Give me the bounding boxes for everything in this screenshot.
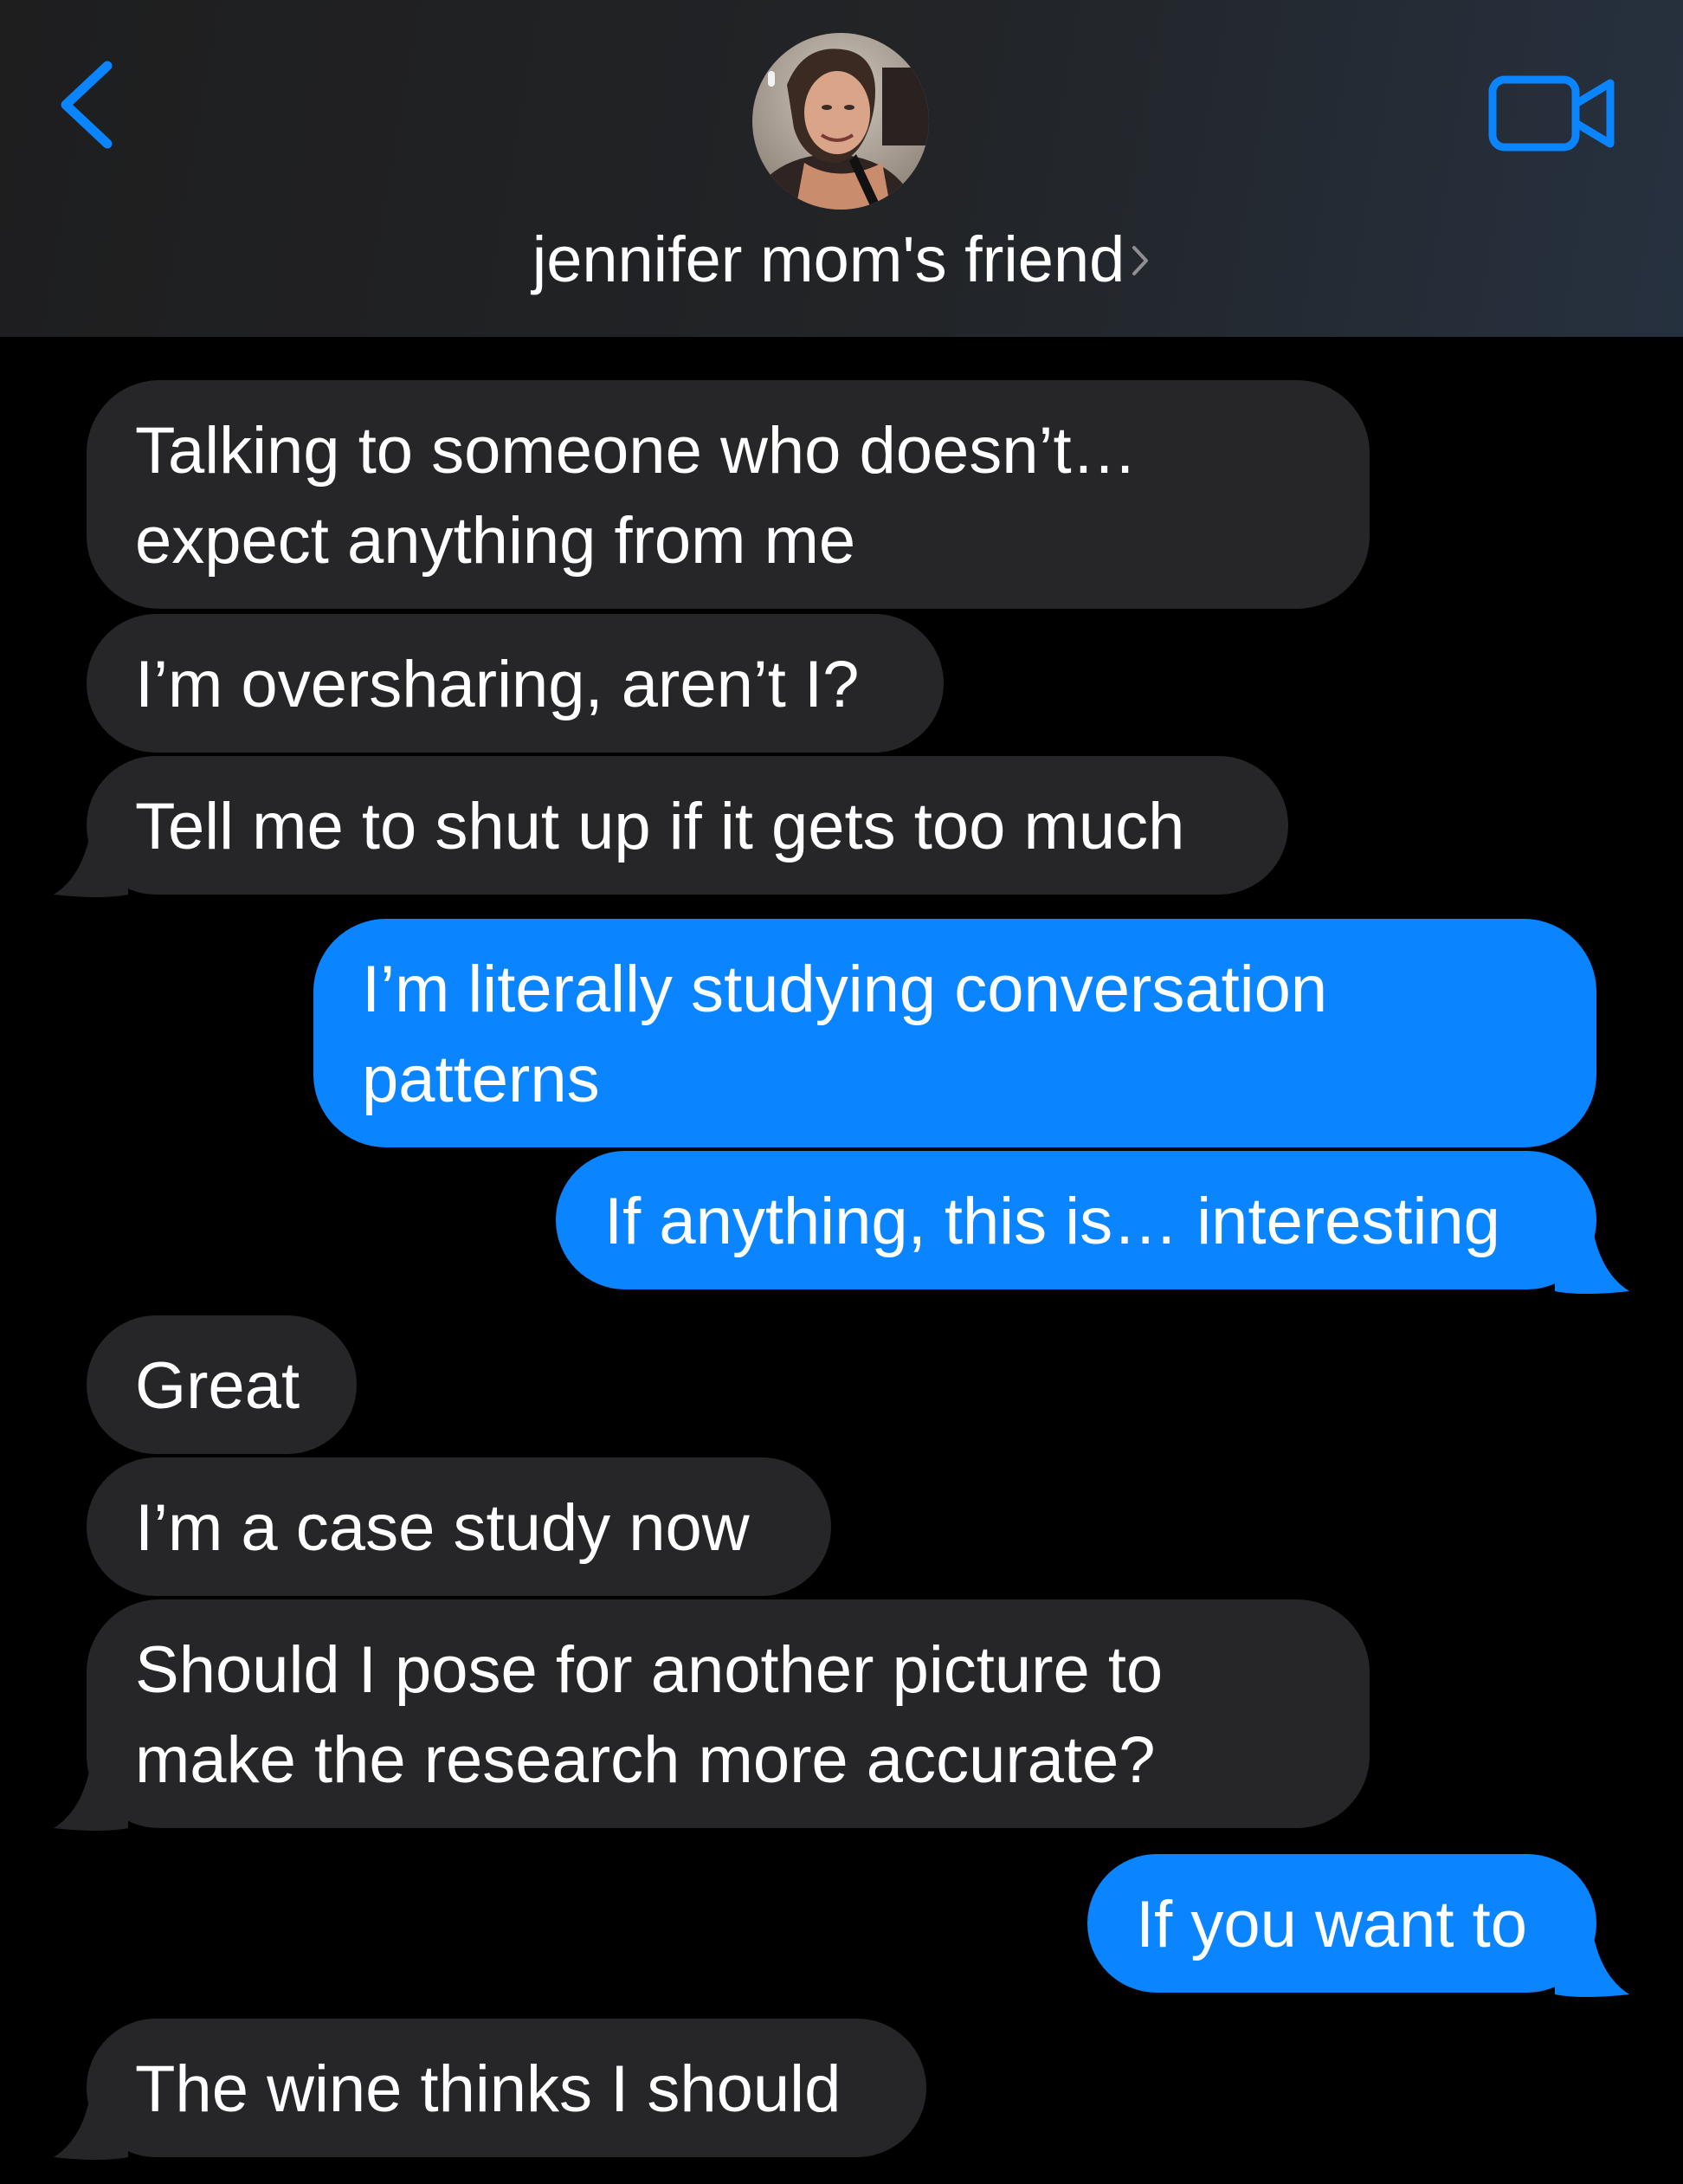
- bubble-tail: [54, 834, 128, 897]
- avatar-image: [752, 33, 929, 210]
- bubble-tail: [54, 1767, 128, 1831]
- message-line: expect anything from me: [135, 504, 856, 578]
- message-line: Should I pose for another picture to: [135, 1633, 1164, 1707]
- message-line: make the research more accurate?: [135, 1723, 1156, 1797]
- message-line: If anything, this is… interesting: [604, 1185, 1500, 1258]
- contact-name-button[interactable]: jennifer mom's friend: [0, 218, 1683, 301]
- incoming-message[interactable]: I’m oversharing, aren’t I?: [87, 614, 944, 753]
- message-line: I’m oversharing, aren’t I?: [135, 648, 860, 721]
- outgoing-message[interactable]: If you want to: [1087, 1854, 1596, 1993]
- incoming-message[interactable]: Should I pose for another picture to mak…: [87, 1599, 1370, 1828]
- bubble-tail: [54, 2097, 128, 2160]
- message-line: Great: [135, 1349, 300, 1423]
- message-line: Talking to someone who doesn’t…: [135, 414, 1138, 488]
- outgoing-message[interactable]: If anything, this is… interesting: [556, 1151, 1596, 1289]
- message-line: The wine thinks I should: [135, 2052, 842, 2126]
- incoming-message[interactable]: Tell me to shut up if it gets too much: [87, 756, 1288, 895]
- video-camera-icon[interactable]: [1487, 69, 1617, 156]
- conversation-header: jennifer mom's friend: [0, 0, 1683, 337]
- message-line: I’m a case study now: [135, 1491, 750, 1565]
- message-line: Tell me to shut up if it gets too much: [135, 790, 1185, 863]
- message-line: If you want to: [1136, 1888, 1528, 1961]
- incoming-message[interactable]: Great: [87, 1315, 357, 1454]
- incoming-message[interactable]: Talking to someone who doesn’t… expect a…: [87, 380, 1370, 609]
- incoming-message[interactable]: The wine thinks I should: [87, 2019, 926, 2157]
- outgoing-message[interactable]: I’m literally studying conversation patt…: [313, 919, 1596, 1147]
- incoming-message[interactable]: I’m a case study now: [87, 1457, 831, 1596]
- contact-name: jennifer mom's friend: [532, 223, 1125, 295]
- chevron-left-icon[interactable]: [54, 57, 123, 152]
- message-thread: Talking to someone who doesn’t… expect a…: [0, 337, 1683, 2184]
- message-line: I’m literally studying conversation: [362, 953, 1328, 1026]
- message-line: patterns: [362, 1043, 600, 1116]
- bubble-tail: [1555, 1231, 1629, 1294]
- bubble-tail: [1555, 1934, 1629, 1997]
- avatar[interactable]: [752, 33, 929, 210]
- chevron-right-icon: [1132, 246, 1149, 276]
